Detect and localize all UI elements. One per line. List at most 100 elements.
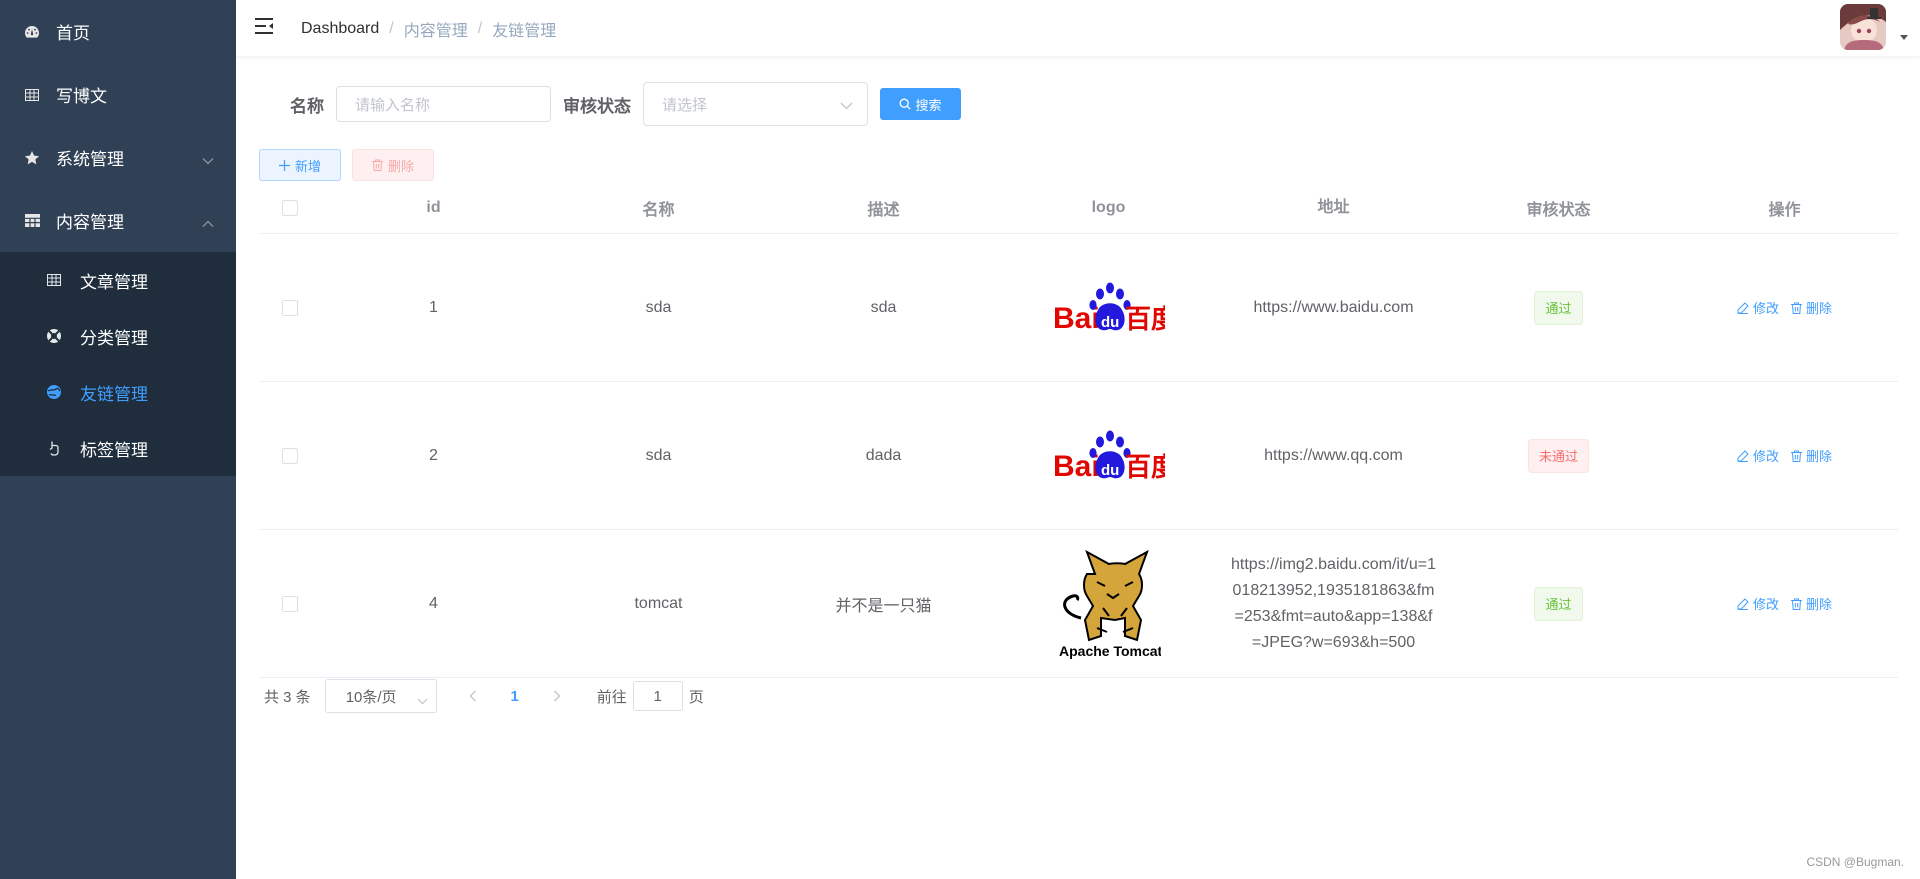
caret-down-icon[interactable] (1900, 35, 1908, 40)
lifebuoy-icon (46, 328, 62, 344)
row-checkbox[interactable] (282, 299, 298, 316)
column-header-actions: 操作 (1768, 201, 1801, 219)
breadcrumb-separator: / (389, 20, 394, 37)
grid-icon (24, 213, 40, 229)
sidebar-item-articles[interactable]: 文章管理 (0, 252, 236, 308)
delete-button[interactable]: 删除 (1791, 298, 1832, 317)
cell-logo: Bai du 百度 (996, 428, 1221, 484)
row-checkbox[interactable] (282, 447, 298, 464)
edit-label: 修改 (1752, 597, 1779, 612)
cell-actions: 修改 删除 (1671, 594, 1898, 613)
status-label: 审核状态 (563, 96, 631, 116)
sidebar-item-links[interactable]: 友链管理 (0, 364, 236, 420)
edit-button[interactable]: 修改 (1737, 594, 1779, 613)
row-checkbox[interactable] (282, 595, 298, 612)
edit-button[interactable]: 修改 (1737, 298, 1779, 317)
cell-description: dada (865, 446, 902, 464)
table-row: 1 sda sda Bai du 百度 https://www.baidu.co… (259, 234, 1898, 382)
sidebar-item-label: 首页 (56, 24, 90, 43)
sidebar-item-tags[interactable]: 标签管理 (0, 420, 236, 476)
cell-url: https://www.qq.com (1264, 446, 1403, 464)
row-checkbox-cell (259, 299, 321, 316)
edit-icon (1737, 449, 1749, 462)
sidebar-item-categories[interactable]: 分类管理 (0, 308, 236, 364)
avatar[interactable] (1840, 4, 1886, 50)
row-checkbox-cell (259, 447, 321, 464)
chevron-right-icon (553, 690, 561, 702)
status-select-placeholder: 请选择 (662, 96, 708, 114)
hamburger-icon[interactable] (254, 16, 274, 36)
chevron-down-icon (202, 150, 214, 170)
trash-icon (1791, 598, 1802, 610)
add-button[interactable]: 新增 (259, 149, 341, 181)
breadcrumb-separator: / (477, 20, 483, 37)
status-badge: 通过 (1534, 586, 1583, 621)
baidu-logo: Bai du 百度 (1053, 282, 1165, 335)
status-badge: 未通过 (1527, 438, 1589, 473)
dashboard-icon (24, 24, 40, 40)
column-header-id: id (426, 198, 441, 216)
cell-name: tomcat (634, 594, 683, 612)
select-all-checkbox[interactable] (282, 199, 298, 216)
breadcrumb-item-links: 友链管理 (492, 23, 557, 40)
table-header-row: id 名称 描述 logo 地址 审核状态 操作 (259, 182, 1898, 234)
tomcat-logo: Apache Tomcat (1059, 549, 1161, 659)
edit-label: 修改 (1752, 301, 1779, 316)
trash-icon (371, 159, 383, 171)
hand-icon (46, 440, 62, 456)
baidu-logo: Bai du 百度 (1053, 430, 1165, 483)
edit-button[interactable]: 修改 (1737, 446, 1779, 465)
delete-button[interactable]: 删除 (1791, 594, 1832, 613)
delete-label: 删除 (1806, 449, 1833, 464)
table-icon (24, 87, 40, 103)
name-search-input[interactable]: 请输入名称 (336, 86, 551, 122)
batch-delete-button[interactable]: 删除 (352, 149, 434, 181)
chevron-up-icon (202, 213, 214, 233)
sidebar-item-label: 系统管理 (56, 150, 124, 169)
next-page-button[interactable] (537, 690, 577, 702)
baidu-logo-text-right: 百度 (1125, 304, 1165, 334)
sidebar-item-label: 标签管理 (80, 440, 148, 460)
cell-name: sda (645, 298, 672, 316)
search-button[interactable]: 搜索 (880, 88, 961, 120)
status-select[interactable]: 请选择 (643, 82, 868, 126)
edit-icon (1737, 597, 1749, 610)
cell-status: 通过 (1446, 586, 1671, 621)
prev-page-button[interactable] (453, 690, 493, 702)
sidebar-item-label: 文章管理 (80, 272, 148, 292)
sidebar-item-label: 内容管理 (56, 213, 124, 232)
search-icon (899, 98, 912, 110)
delete-label: 删除 (1806, 597, 1833, 612)
cell-url: https://img2.baidu.com/it/u=1018213952,1… (1231, 555, 1436, 651)
column-header-description: 描述 (867, 201, 900, 219)
cell-logo: Apache Tomcat (996, 548, 1221, 660)
sidebar-item-home[interactable]: 首页 (0, 0, 236, 63)
cell-description: 并不是一只猫 (835, 597, 932, 615)
globe-icon (46, 384, 62, 400)
goto-page-input[interactable]: 1 (632, 681, 683, 711)
chevron-left-icon (469, 690, 476, 702)
cell-status: 未通过 (1446, 438, 1671, 473)
goto-suffix: 页 (688, 688, 704, 706)
links-table: id 名称 描述 logo 地址 审核状态 操作 1 sda sda Bai d… (259, 182, 1898, 678)
search-button-label: 搜索 (915, 97, 942, 113)
cell-id: 4 (429, 594, 438, 612)
edit-icon (1737, 301, 1749, 314)
page-size-select[interactable]: 10条/页 (324, 679, 437, 713)
sidebar-item-write-blog[interactable]: 写博文 (0, 63, 236, 126)
cell-description: sda (870, 298, 897, 316)
top-header: Dashboard / 内容管理 / 友链管理 (236, 0, 1920, 56)
name-input-placeholder: 请输入名称 (355, 96, 431, 114)
delete-button[interactable]: 删除 (1791, 446, 1832, 465)
goto-page-value: 1 (653, 687, 662, 705)
cell-name: sda (645, 446, 672, 464)
column-header-url: 地址 (1317, 198, 1350, 216)
chevron-down-icon (840, 97, 853, 114)
breadcrumb-item-dashboard[interactable]: Dashboard (301, 20, 379, 38)
sidebar-item-system[interactable]: 系统管理 (0, 126, 236, 189)
page-number[interactable]: 1 (493, 688, 537, 705)
trash-icon (1791, 302, 1802, 314)
sidebar-item-content[interactable]: 内容管理 (0, 189, 236, 252)
goto-label: 前往 (596, 688, 627, 706)
sidebar-item-label: 写博文 (56, 87, 107, 106)
